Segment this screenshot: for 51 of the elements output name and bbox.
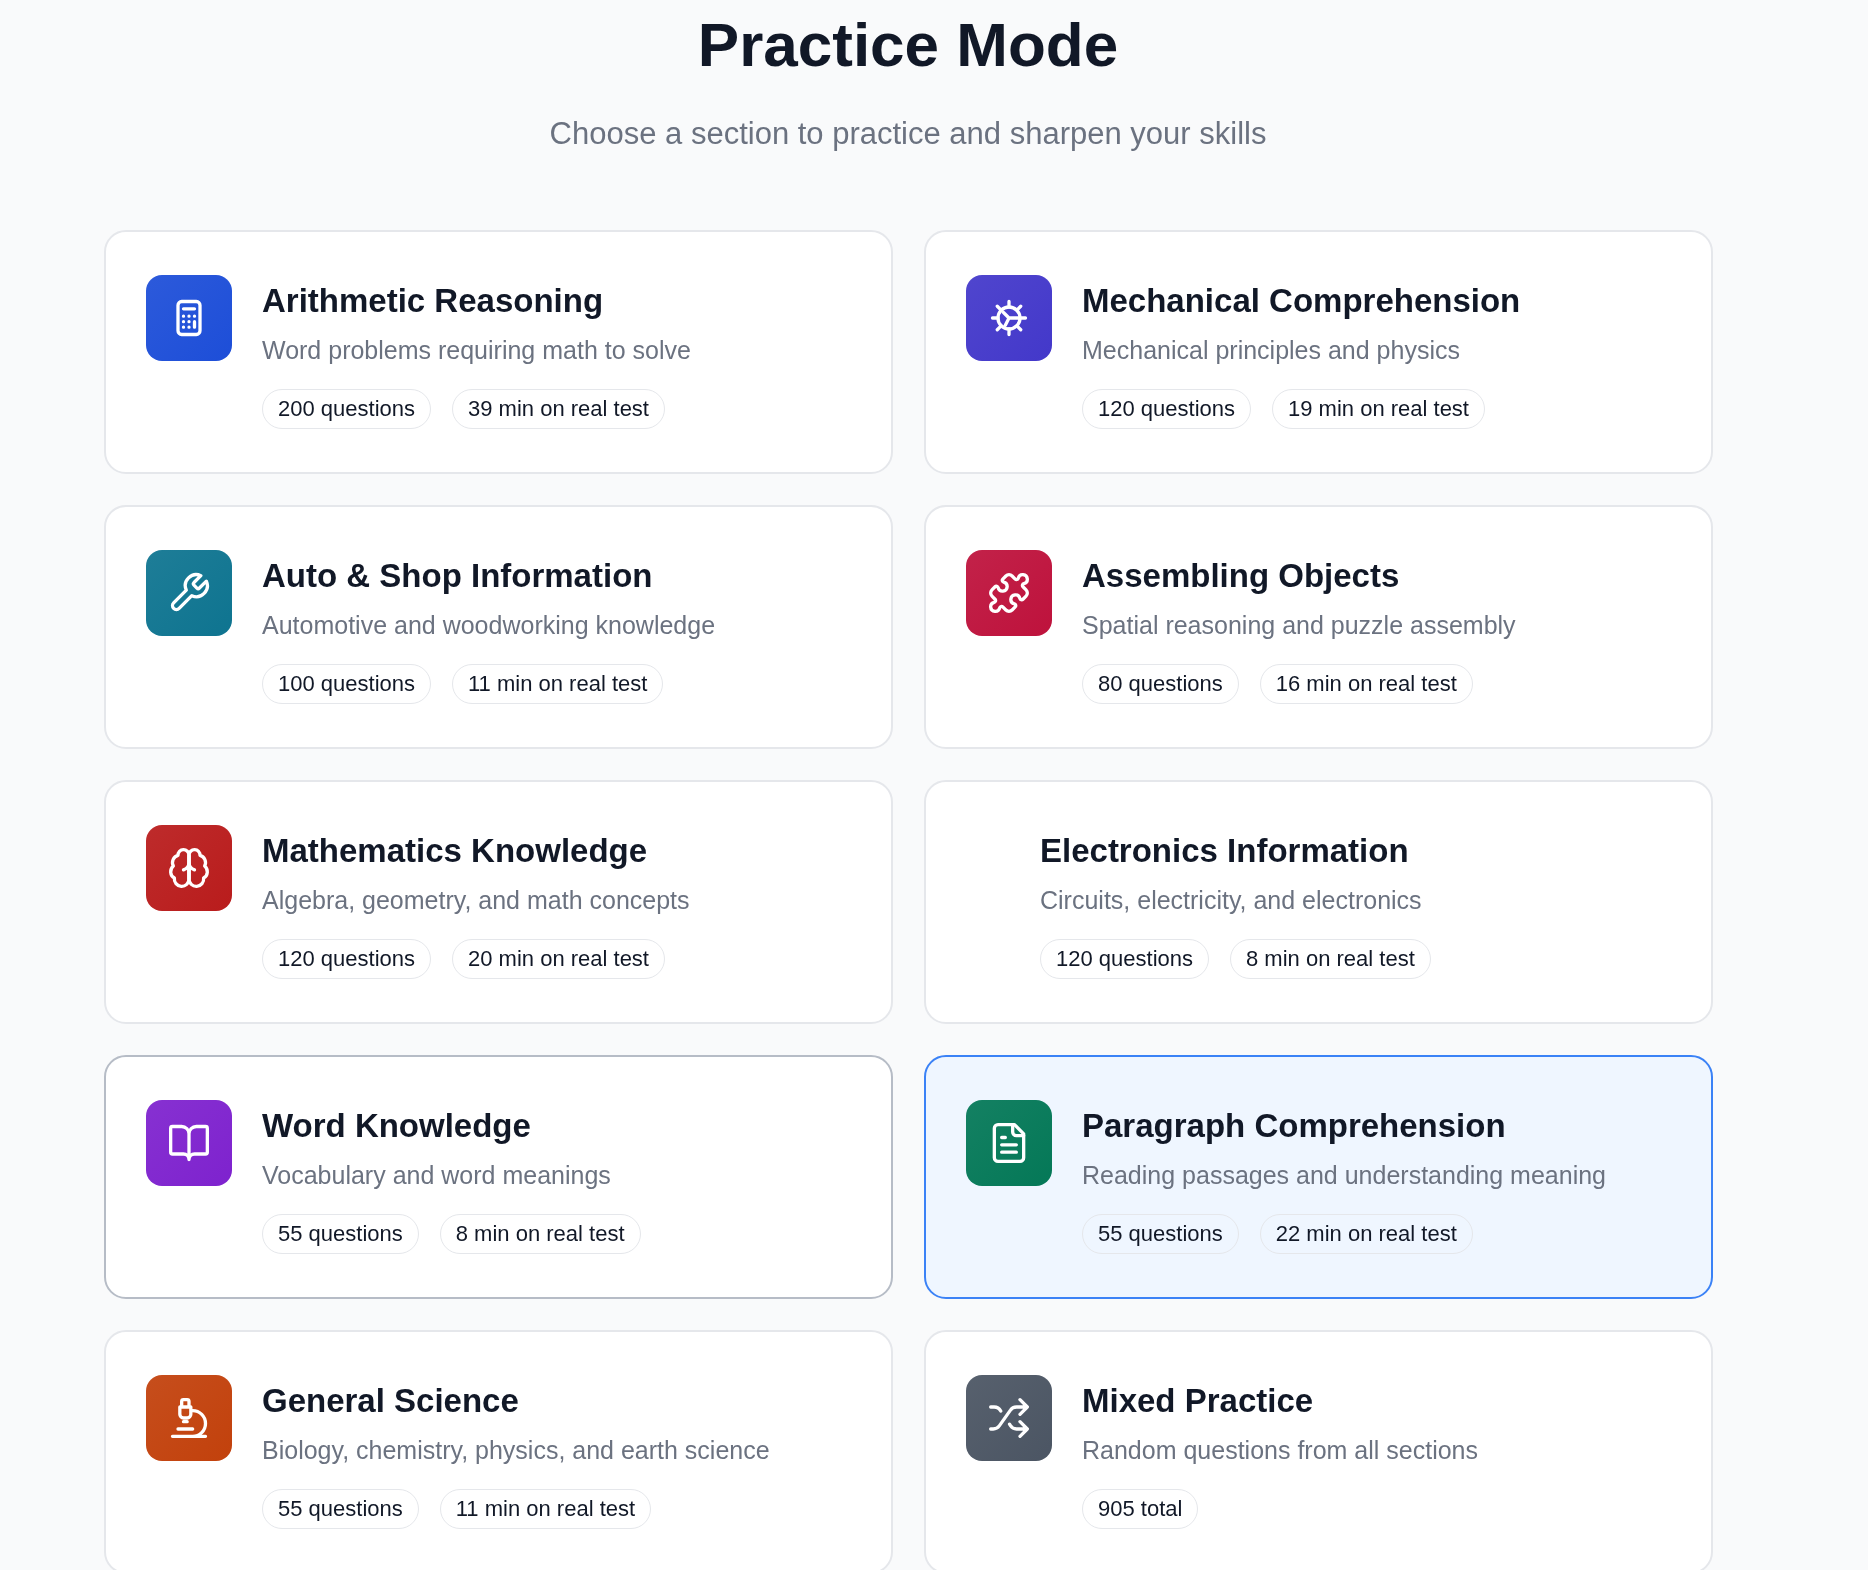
section-description: Circuits, electricity, and electronics	[1040, 886, 1423, 915]
section-title: Paragraph Comprehension	[1082, 1106, 1507, 1146]
page-title: Practice Mode	[696, 9, 1120, 81]
info-tag: 905 total	[1082, 1489, 1199, 1529]
info-tag: 55 questions	[1082, 1214, 1239, 1254]
info-tag: 39 min on real test	[452, 389, 665, 429]
info-tag: 8 min on real test	[439, 1214, 641, 1254]
info-tag: 80 questions	[1082, 664, 1239, 704]
info-tag: 8 min on real test	[1230, 939, 1431, 979]
section-title: Mixed Practice	[1082, 1381, 1315, 1421]
section-description: Automotive and woodworking knowledge	[262, 611, 716, 640]
section-card[interactable]: General Science Biology, chemistry, physics, and earth science 55 questions 11 min on real test	[104, 1330, 893, 1570]
section-title: Mechanical Comprehension	[1082, 281, 1521, 321]
section-card[interactable]: Assembling Objects Spatial reasoning and puzzle assembly 80 questions 16 min on real test	[924, 505, 1713, 749]
section-title: Arithmetic Reasoning	[262, 281, 605, 321]
info-tag: 120 questions	[1040, 939, 1209, 979]
section-card[interactable]: Mathematics Knowledge Algebra, geometry, and math concepts 120 questions 20 min on real test	[104, 780, 893, 1024]
info-tag: 55 questions	[262, 1214, 419, 1254]
info-tag: 11 min on real test	[439, 1489, 652, 1529]
section-card[interactable]: Word Knowledge Vocabulary and word meanings 55 questions 8 min on real test	[104, 1055, 893, 1299]
info-tag: 11 min on real test	[452, 664, 664, 704]
section-title: General Science	[262, 1381, 520, 1421]
page-subtitle: Choose a section to practice and sharpen your skills	[548, 116, 1268, 152]
info-tag: 100 questions	[262, 664, 431, 704]
section-description: Spatial reasoning and puzzle assembly	[1082, 611, 1516, 640]
section-card[interactable]: Electronics Information Circuits, electricity, and electronics 120 questions 8 min on real test	[924, 780, 1713, 1024]
section-card[interactable]: Mixed Practice Random questions from all sections 905 total	[924, 1330, 1713, 1570]
info-tag: 16 min on real test	[1259, 664, 1473, 704]
section-description: Word problems requiring math to solve	[262, 336, 691, 365]
section-description: Random questions from all sections	[1082, 1436, 1479, 1465]
section-card[interactable]: Auto & Shop Information Automotive and woodworking knowledge 100 questions 11 min on real test	[104, 505, 893, 749]
section-card[interactable]: Arithmetic Reasoning Word problems requiring math to solve 200 questions 39 min on real test	[104, 230, 893, 474]
section-card[interactable]: Paragraph Comprehension Reading passages and understanding meaning 55 questions 22 min on real test	[924, 1055, 1713, 1299]
section-description: Vocabulary and word meanings	[262, 1161, 612, 1190]
info-tag: 22 min on real test	[1259, 1214, 1473, 1254]
section-card[interactable]: Mechanical Comprehension Mechanical principles and physics 120 questions 19 min on real test	[924, 230, 1713, 474]
section-title: Assembling Objects	[1082, 556, 1401, 596]
section-description: Reading passages and understanding meaning	[1082, 1161, 1606, 1190]
info-tag: 20 min on real test	[452, 939, 665, 979]
info-tag: 120 questions	[262, 939, 431, 979]
section-title: Mathematics Knowledge	[262, 831, 649, 871]
section-description: Mechanical principles and physics	[1082, 336, 1461, 365]
section-title: Word Knowledge	[262, 1106, 532, 1146]
info-tag: 55 questions	[262, 1489, 419, 1529]
info-tag: 200 questions	[262, 389, 431, 429]
section-title: Auto & Shop Information	[262, 556, 654, 596]
section-title: Electronics Information	[1040, 831, 1410, 871]
section-description: Biology, chemistry, physics, and earth science	[262, 1436, 770, 1465]
info-tag: 120 questions	[1082, 389, 1251, 429]
info-tag: 19 min on real test	[1272, 389, 1485, 429]
section-description: Algebra, geometry, and math concepts	[262, 886, 690, 915]
